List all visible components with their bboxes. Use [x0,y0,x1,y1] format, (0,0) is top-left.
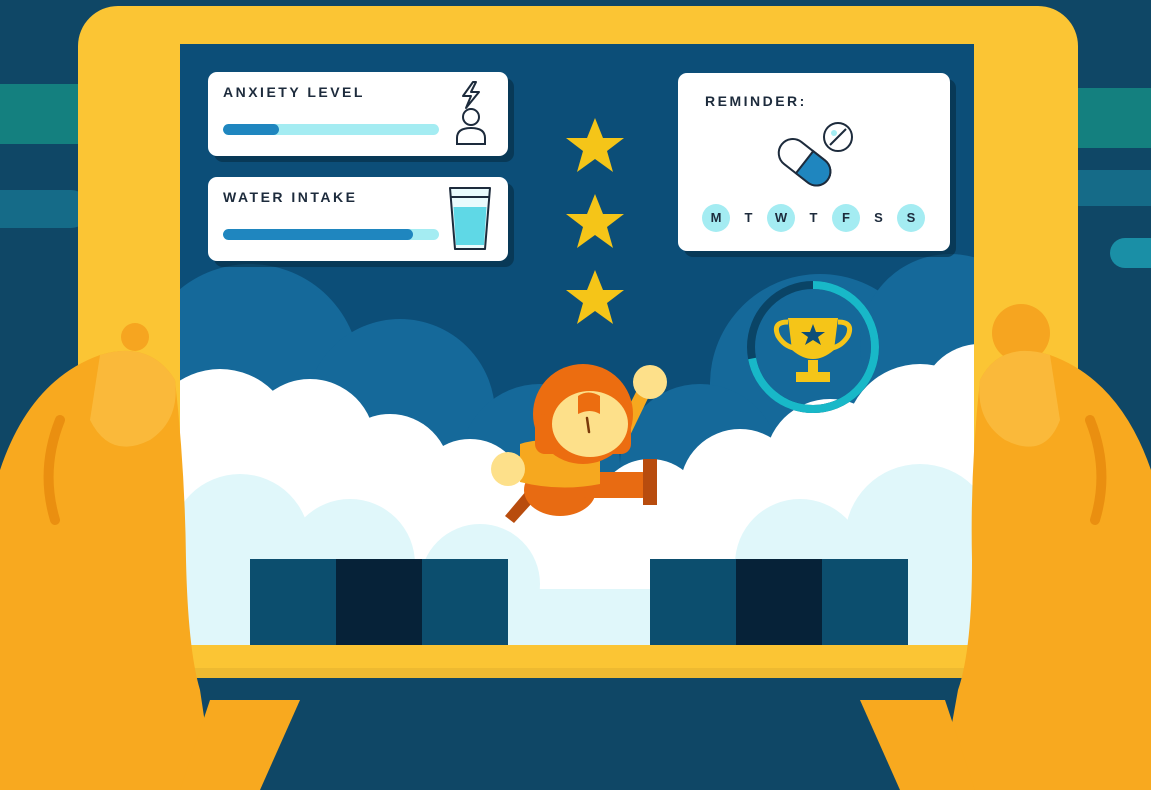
hands [0,350,1151,790]
right-hand [860,350,1151,790]
left-hand [0,350,300,790]
